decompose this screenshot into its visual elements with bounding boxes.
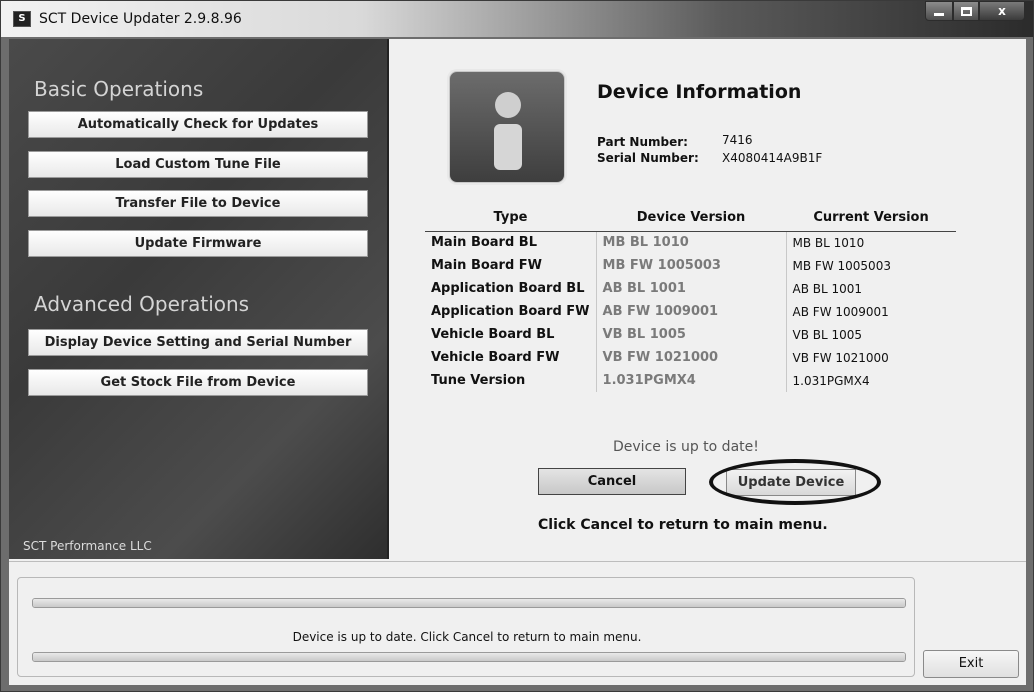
auto-check-updates-button[interactable]: Automatically Check for Updates: [28, 111, 368, 138]
close-button[interactable]: x: [979, 1, 1025, 21]
progress-fill-top: [33, 599, 905, 607]
row-type: Application Board BL: [431, 281, 585, 296]
window-controls: x: [925, 1, 1025, 23]
exit-button[interactable]: Exit: [923, 650, 1019, 678]
maximize-icon: [960, 6, 972, 16]
table-row: Main Board BL MB BL 1010 MB BL 1010: [425, 231, 957, 254]
minimize-button[interactable]: [925, 1, 953, 21]
table-row: Main Board FW MB FW 1005003 MB FW 100500…: [425, 254, 957, 277]
row-device-version: AB FW 1009001: [595, 300, 787, 323]
advanced-operations-heading: Advanced Operations: [34, 292, 250, 316]
status-area: Device is up to date. Click Cancel to re…: [9, 561, 1026, 685]
title-bar[interactable]: S SCT Device Updater 2.9.8.96 x: [1, 1, 1033, 37]
table-row: Application Board FW AB FW 1009001 AB FW…: [425, 300, 957, 323]
load-custom-tune-button[interactable]: Load Custom Tune File: [28, 151, 368, 178]
row-current-version: MB FW 1005003: [785, 254, 957, 277]
part-number-label: Part Number:: [597, 135, 688, 149]
progress-group: Device is up to date. Click Cancel to re…: [17, 577, 915, 677]
info-icon-dot: [495, 92, 521, 118]
sidebar: Basic Operations Automatically Check for…: [9, 39, 389, 559]
table-row: Application Board BL AB BL 1001 AB BL 10…: [425, 277, 957, 300]
part-number-value: 7416: [722, 133, 753, 147]
update-device-button[interactable]: Update Device: [726, 469, 856, 496]
status-message: Device is up to date!: [613, 439, 759, 455]
company-name: SCT Performance LLC: [23, 539, 152, 553]
row-device-version: AB BL 1001: [595, 277, 787, 300]
row-device-version: 1.031PGMX4: [595, 369, 787, 392]
window-title: SCT Device Updater 2.9.8.96: [39, 11, 242, 27]
column-header-device-version: Device Version: [596, 205, 787, 232]
row-device-version: MB BL 1010: [595, 231, 787, 254]
table-row: Vehicle Board BL VB BL 1005 VB BL 1005: [425, 323, 957, 346]
column-header-current-version: Current Version: [786, 205, 957, 232]
serial-number-label: Serial Number:: [597, 151, 699, 165]
row-current-version: VB BL 1005: [785, 323, 957, 346]
version-table-header: Type Device Version Current Version: [425, 205, 957, 232]
get-stock-file-button[interactable]: Get Stock File from Device: [28, 369, 368, 396]
row-current-version: AB FW 1009001: [785, 300, 957, 323]
main-panel: Device Information Part Number: 7416 Ser…: [391, 39, 1026, 559]
row-current-version: MB BL 1010: [785, 231, 957, 254]
minimize-icon: [934, 12, 944, 16]
row-device-version: MB FW 1005003: [595, 254, 787, 277]
progress-status-text: Device is up to date. Click Cancel to re…: [292, 630, 642, 644]
row-type: Vehicle Board BL: [431, 327, 555, 342]
device-info-title: Device Information: [597, 81, 802, 103]
table-row: Vehicle Board FW VB FW 1021000 VB FW 102…: [425, 346, 957, 369]
return-hint: Click Cancel to return to main menu.: [538, 517, 828, 533]
maximize-button[interactable]: [953, 1, 979, 21]
progress-bar-bottom: [32, 652, 906, 662]
close-icon: x: [998, 4, 1006, 18]
display-device-settings-button[interactable]: Display Device Setting and Serial Number: [28, 329, 368, 356]
version-table: Type Device Version Current Version Main…: [425, 205, 957, 392]
row-current-version: 1.031PGMX4: [785, 369, 957, 392]
app-icon: S: [13, 11, 31, 27]
progress-fill-bottom: [33, 653, 905, 661]
row-device-version: VB BL 1005: [595, 323, 787, 346]
basic-operations-heading: Basic Operations: [34, 77, 204, 101]
column-header-type: Type: [425, 205, 597, 232]
update-firmware-button[interactable]: Update Firmware: [28, 230, 368, 257]
app-window: S SCT Device Updater 2.9.8.96 x Basic Op…: [0, 0, 1034, 692]
row-type: Vehicle Board FW: [431, 350, 560, 365]
cancel-button[interactable]: Cancel: [538, 468, 686, 495]
row-device-version: VB FW 1021000: [595, 346, 787, 369]
transfer-file-button[interactable]: Transfer File to Device: [28, 190, 368, 217]
row-type: Main Board FW: [431, 258, 543, 273]
row-type: Main Board BL: [431, 235, 537, 251]
row-current-version: AB BL 1001: [785, 277, 957, 300]
row-type: Tune Version: [431, 373, 526, 388]
client-area: Basic Operations Automatically Check for…: [9, 39, 1026, 685]
info-icon: [449, 71, 565, 183]
table-row: Tune Version 1.031PGMX4 1.031PGMX4: [425, 369, 957, 392]
serial-number-value: X4080414A9B1F: [722, 151, 823, 165]
row-type: Application Board FW: [431, 304, 590, 319]
progress-bar-top: [32, 598, 906, 608]
row-current-version: VB FW 1021000: [785, 346, 957, 369]
info-icon-bar: [494, 124, 522, 170]
